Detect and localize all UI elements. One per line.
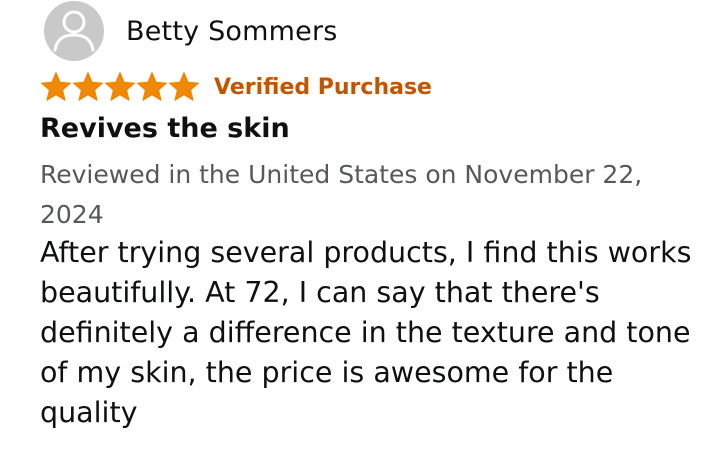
star-icon — [72, 72, 104, 101]
reviewer-profile[interactable]: Betty Sommers — [44, 0, 338, 62]
review-date: Reviewed in the United States on Novembe… — [40, 160, 643, 229]
star-icon — [104, 72, 136, 101]
avatar[interactable] — [44, 1, 104, 61]
customer-review: Betty Sommers Verified Purchase Revives … — [0, 0, 720, 452]
review-text: After trying several products, I find th… — [40, 236, 692, 429]
review-title[interactable]: Revives the skin — [40, 113, 290, 144]
reviewer-name[interactable]: Betty Sommers — [126, 16, 338, 47]
rating-row: Verified Purchase — [40, 70, 432, 104]
default-user-avatar-icon — [53, 10, 95, 52]
star-icon — [168, 72, 200, 101]
star-rating[interactable] — [40, 70, 200, 104]
star-icon — [136, 72, 168, 101]
star-icon — [40, 72, 72, 101]
verified-purchase-badge: Verified Purchase — [214, 74, 432, 100]
